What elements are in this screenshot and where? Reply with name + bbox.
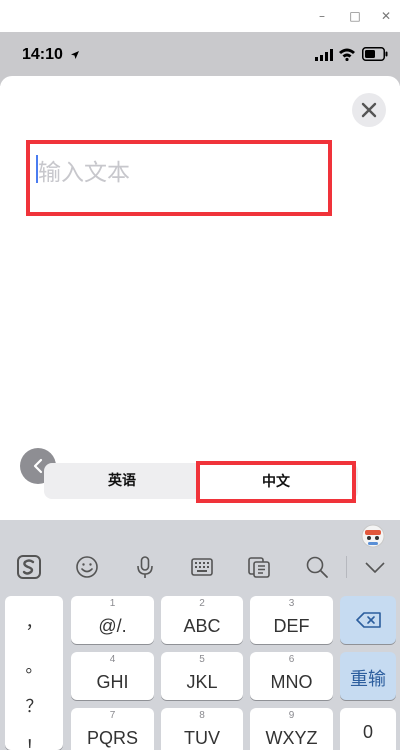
text-input-placeholder: 输入文本 xyxy=(38,160,130,186)
reenter-key[interactable]: 重输 xyxy=(340,652,396,700)
key-letters: DEF xyxy=(273,616,310,636)
key-7[interactable]: 7 PQRS xyxy=(71,708,154,750)
key-5[interactable]: 5 JKL xyxy=(161,652,243,700)
status-bar: 14:10 xyxy=(0,32,400,78)
emoji-icon[interactable] xyxy=(74,554,100,580)
language-option-english[interactable]: 英语 xyxy=(44,463,200,499)
status-time: 14:10 xyxy=(22,46,63,63)
signal-icon xyxy=(315,49,333,61)
maximize-button[interactable]: □ xyxy=(347,8,363,24)
key-letters: MNO xyxy=(270,672,313,692)
key-0[interactable]: 0 xyxy=(340,708,396,750)
key-letters: JKL xyxy=(186,672,218,692)
window-title-bar: – □ ✕ xyxy=(0,0,400,32)
key-6[interactable]: 6 MNO xyxy=(250,652,333,700)
punct-exclaim-key[interactable]: ！ xyxy=(5,732,63,750)
minimize-button[interactable]: – xyxy=(314,8,330,24)
reenter-label: 重输 xyxy=(350,669,386,690)
clipboard-icon[interactable] xyxy=(246,554,272,580)
close-button[interactable] xyxy=(352,93,386,127)
window-close-button[interactable]: ✕ xyxy=(378,8,394,24)
close-icon xyxy=(361,102,377,118)
key-letters: GHI xyxy=(96,672,129,692)
key-letters: TUV xyxy=(184,728,220,748)
battery-icon xyxy=(362,47,388,61)
punct-period-key[interactable]: 。 xyxy=(5,652,63,677)
backspace-icon xyxy=(356,612,381,628)
location-arrow-icon xyxy=(71,51,79,59)
punct-comma-key[interactable]: ， xyxy=(5,608,63,633)
key-4[interactable]: 4 GHI xyxy=(71,652,154,700)
language-option-chinese[interactable]: 中文 xyxy=(196,461,356,503)
chevron-left-icon xyxy=(33,458,43,474)
key-number: 5 xyxy=(199,654,205,665)
key-8[interactable]: 8 TUV xyxy=(161,708,243,750)
punct-question-key[interactable]: ？ xyxy=(5,692,63,717)
key-number: 9 xyxy=(288,710,295,721)
key-number: 2 xyxy=(199,598,205,609)
key-letters: @/. xyxy=(98,616,127,636)
microphone-icon[interactable] xyxy=(132,554,158,580)
key-1[interactable]: 1 @/. xyxy=(71,596,154,644)
search-icon[interactable] xyxy=(304,554,330,580)
key-number: 6 xyxy=(288,654,295,665)
key-9[interactable]: 9 WXYZ xyxy=(250,708,333,750)
mascot-icon[interactable] xyxy=(360,522,386,548)
key-letters: PQRS xyxy=(86,728,138,748)
key-letters: WXYZ xyxy=(265,728,318,748)
wifi-icon xyxy=(339,48,355,61)
keyboard-icon[interactable] xyxy=(189,554,215,580)
toolbar-divider xyxy=(346,556,347,578)
key-3[interactable]: 3 DEF xyxy=(250,596,333,644)
key-2[interactable]: 2 ABC xyxy=(161,596,243,644)
key-number: 3 xyxy=(288,598,295,609)
collapse-keyboard-icon[interactable] xyxy=(362,554,388,580)
key-letters: ABC xyxy=(183,616,221,636)
key-letters: 0 xyxy=(362,722,373,742)
key-number: 8 xyxy=(199,710,205,721)
key-number: 7 xyxy=(109,710,116,721)
delete-key[interactable] xyxy=(340,596,396,644)
key-number: 4 xyxy=(109,654,116,665)
key-number: 1 xyxy=(109,598,116,609)
sogou-logo-icon[interactable] xyxy=(16,554,42,580)
